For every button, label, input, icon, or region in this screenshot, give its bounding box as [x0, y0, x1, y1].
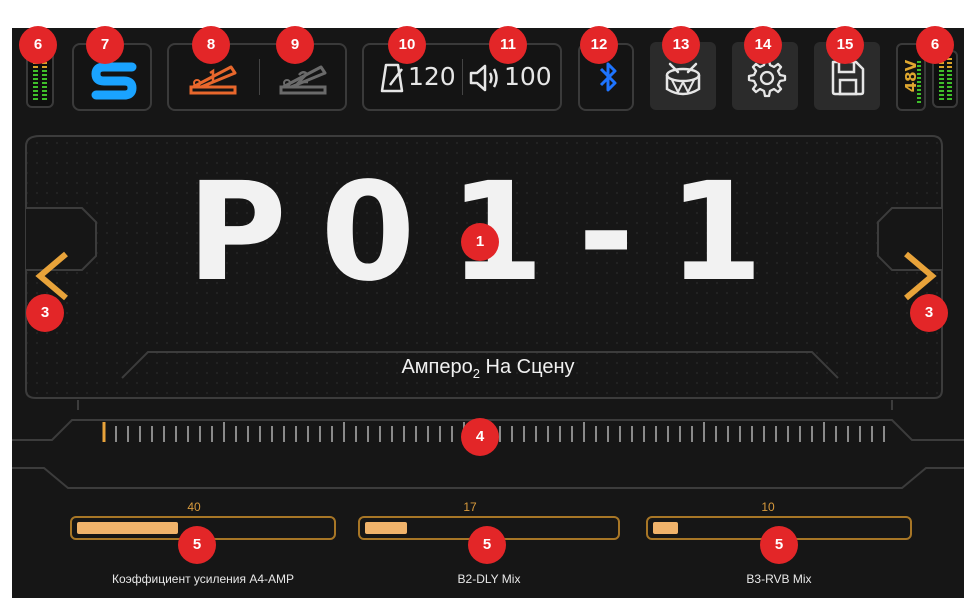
preset-title-suffix: На Сцену — [480, 356, 575, 378]
callout-badge: 15 — [826, 26, 864, 64]
callout-badge: 5 — [468, 526, 506, 564]
speaker-icon — [469, 64, 498, 92]
callout-badge: 13 — [662, 26, 700, 64]
callout-badge: 5 — [760, 526, 798, 564]
slider-value: 10 — [761, 500, 775, 514]
preset-title-prefix: Амперо — [401, 356, 473, 378]
callout-badge: 11 — [489, 26, 527, 64]
slider-label: B3-RVB Mix — [746, 572, 812, 586]
metronome-icon — [380, 63, 404, 93]
slider-fill — [653, 522, 678, 534]
callout-badge: 4 — [461, 418, 499, 456]
preset-position-ruler[interactable] — [100, 420, 900, 446]
volume-value: 100 — [504, 62, 552, 91]
device-screen: 120 100 48V Амперо2 На Сцену 40 Коэффици… — [12, 28, 964, 598]
preset-title-subscript: 2 — [472, 366, 480, 381]
tempo-value: 120 — [408, 62, 456, 91]
divider — [259, 59, 260, 95]
callout-badge: 12 — [580, 26, 618, 64]
callout-badge: 14 — [744, 26, 782, 64]
slider-fill — [365, 522, 407, 534]
callout-badge: 6 — [19, 26, 57, 64]
slider-fill — [77, 522, 178, 534]
callout-badge: 1 — [461, 223, 499, 261]
slider-label: Коэффициент усиления A4-AMP — [111, 572, 295, 586]
slider-label: B2-DLY Mix — [457, 572, 521, 586]
callout-badge: 6 — [916, 26, 954, 64]
callout-badge: 9 — [276, 26, 314, 64]
callout-badge: 8 — [192, 26, 230, 64]
callout-badge: 7 — [86, 26, 124, 64]
slider-value: 17 — [463, 500, 477, 514]
preset-title: Амперо2 На Сцену — [288, 356, 688, 381]
callout-badge: 10 — [388, 26, 426, 64]
callout-badge: 5 — [178, 526, 216, 564]
callout-badge: 3 — [26, 294, 64, 332]
callout-badge: 3 — [910, 294, 948, 332]
slider-value: 40 — [187, 500, 201, 514]
divider — [462, 59, 463, 95]
